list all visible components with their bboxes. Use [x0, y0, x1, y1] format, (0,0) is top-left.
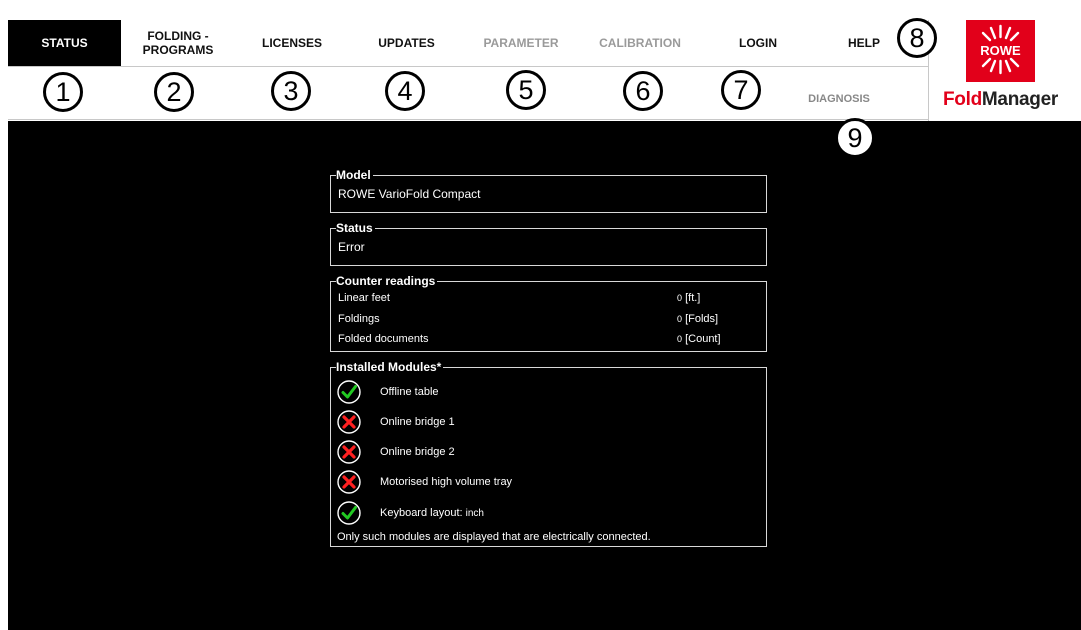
callout-marker: 7 — [721, 70, 761, 110]
module-item: Offline table — [337, 379, 439, 405]
module-label: Keyboard layout: — [380, 507, 463, 519]
tab-updates-label: UPDATES — [378, 36, 435, 50]
modules-panel: Installed Modules* Offline table Online … — [330, 360, 767, 547]
counter-value: 0 [ft.] — [677, 292, 701, 304]
counter-row-foldings: Foldings 0 [Folds] — [338, 313, 726, 325]
svg-text:ROWE: ROWE — [980, 43, 1021, 58]
callout-marker: 8 — [897, 18, 937, 58]
counter-label: Folded documents — [338, 333, 429, 345]
tab-diagnosis[interactable]: DIAGNOSIS — [797, 93, 881, 105]
tab-licenses[interactable]: LICENSES — [235, 20, 349, 66]
counter-row-linear-feet: Linear feet 0 [ft.] — [338, 292, 726, 304]
module-item: Online bridge 1 — [337, 409, 455, 435]
tab-folding-programs-label: FOLDING - PROGRAMS — [142, 29, 214, 57]
module-item: Keyboard layout: inch — [337, 500, 484, 526]
modules-title: Installed Modules* — [336, 360, 444, 374]
status-title: Status — [336, 221, 375, 235]
modules-note: Only such modules are displayed that are… — [337, 531, 651, 543]
tab-parameter[interactable]: PARAMETER — [464, 20, 578, 66]
module-label: Motorised high volume tray — [380, 476, 513, 488]
sub-nav-bar — [8, 66, 928, 120]
counter-label: Linear feet — [338, 292, 390, 304]
module-label: Offline table — [380, 386, 439, 398]
rowe-logo: ROWE — [966, 20, 1035, 82]
counter-panel: Counter readings Linear feet 0 [ft.] Fol… — [330, 274, 767, 352]
foldmanager-wordmark: FoldManager — [943, 89, 1058, 111]
model-value: ROWE VarioFold Compact — [338, 187, 481, 201]
model-title: Model — [336, 168, 373, 182]
module-label: Online bridge 2 — [380, 446, 455, 458]
counter-title: Counter readings — [336, 274, 438, 288]
tab-updates[interactable]: UPDATES — [349, 20, 464, 66]
module-label: Online bridge 1 — [380, 416, 455, 428]
callout-marker: 3 — [271, 71, 311, 111]
tab-calibration[interactable]: CALIBRATION — [578, 20, 702, 66]
counter-value: 0 [Folds] — [677, 313, 719, 325]
check-icon — [337, 501, 361, 525]
tab-parameter-label: PARAMETER — [483, 36, 559, 50]
callout-marker: 1 — [43, 72, 83, 112]
status-value: Error — [338, 240, 365, 254]
tab-licenses-label: LICENSES — [261, 36, 322, 50]
tab-login[interactable]: LOGIN — [702, 20, 814, 66]
foldmanager-logo: ROWE FoldManager — [928, 20, 1081, 121]
callout-marker: 9 — [835, 118, 875, 158]
callout-marker: 2 — [154, 72, 194, 112]
wordmark-fold: Fold — [943, 89, 982, 110]
tab-help-label: HELP — [847, 36, 880, 50]
model-panel: Model ROWE VarioFold Compact — [330, 168, 767, 213]
error-x-icon — [337, 410, 361, 434]
top-nav: STATUS FOLDING - PROGRAMS LICENSES UPDAT… — [8, 20, 928, 66]
error-x-icon — [337, 440, 361, 464]
tab-status-label: STATUS — [41, 36, 88, 50]
tab-calibration-label: CALIBRATION — [599, 36, 681, 50]
tab-login-label: LOGIN — [739, 36, 777, 50]
error-x-icon — [337, 470, 361, 494]
wordmark-manager: Manager — [981, 89, 1058, 110]
callout-marker: 6 — [623, 71, 663, 111]
callout-marker: 4 — [385, 71, 425, 111]
tab-folding-programs[interactable]: FOLDING - PROGRAMS — [121, 20, 235, 66]
counter-label: Foldings — [338, 313, 380, 325]
module-item: Motorised high volume tray — [337, 469, 512, 495]
counter-row-folded-documents: Folded documents 0 [Count] — [338, 333, 726, 345]
counter-value: 0 [Count] — [677, 333, 721, 345]
tab-status[interactable]: STATUS — [8, 20, 121, 66]
check-icon — [337, 380, 361, 404]
module-extra: inch — [465, 507, 484, 519]
status-panel: Status Error — [330, 221, 767, 266]
module-item: Online bridge 2 — [337, 439, 455, 465]
callout-marker: 5 — [506, 70, 546, 110]
